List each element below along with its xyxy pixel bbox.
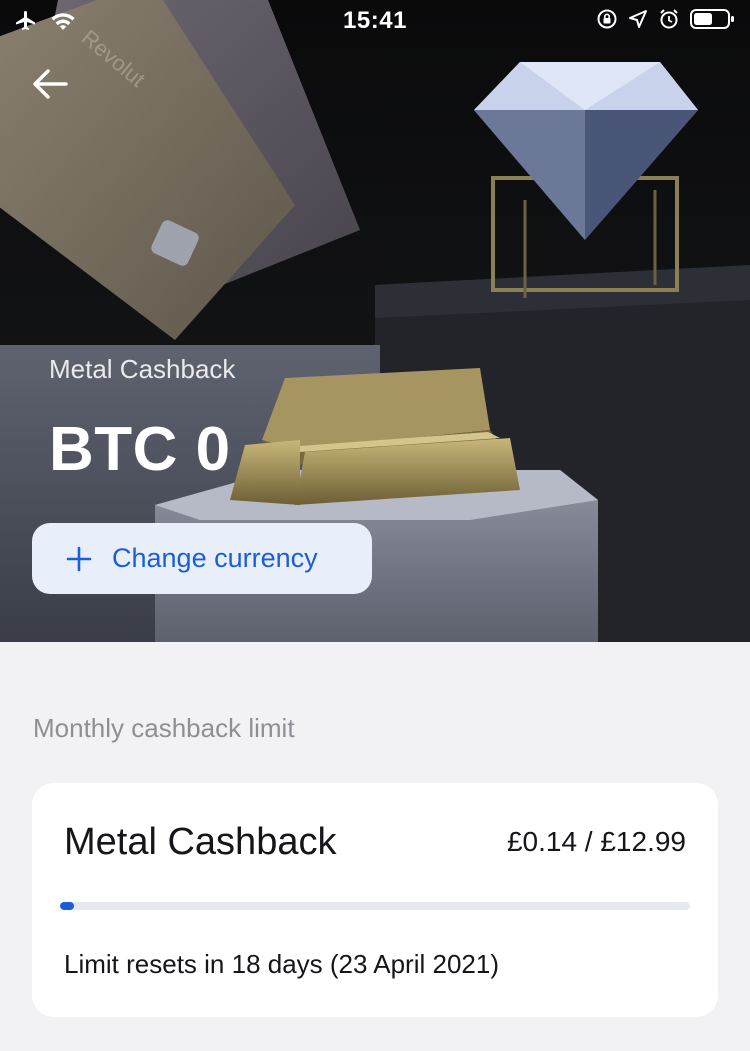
plus-icon (66, 546, 92, 572)
change-currency-button[interactable]: Change currency (32, 523, 372, 594)
section-label: Monthly cashback limit (33, 713, 295, 743)
hero-banner: Revolut 15:41 Metal Cashback BTC 0 Chang… (0, 0, 750, 642)
cashback-progress-bar (60, 902, 690, 910)
back-button[interactable] (28, 62, 72, 106)
orientation-lock-icon (596, 8, 618, 30)
cashback-balance: BTC 0 (49, 415, 231, 484)
card-title: Metal Cashback (64, 821, 337, 863)
limit-reset-text: Limit resets in 18 days (23 April 2021) (64, 949, 499, 979)
change-currency-label: Change currency (112, 543, 318, 573)
location-icon (628, 9, 648, 29)
alarm-icon (658, 8, 680, 30)
battery-icon (690, 8, 736, 30)
hero-subtitle: Metal Cashback (49, 354, 236, 384)
progress-fill (60, 902, 74, 910)
arrow-left-icon (31, 68, 69, 100)
cashback-limit-card: Metal Cashback £0.14 / £12.99 Limit rese… (32, 783, 718, 1017)
cashback-amount: £0.14 / £12.99 (506, 826, 686, 857)
status-bar: 15:41 (0, 0, 750, 40)
